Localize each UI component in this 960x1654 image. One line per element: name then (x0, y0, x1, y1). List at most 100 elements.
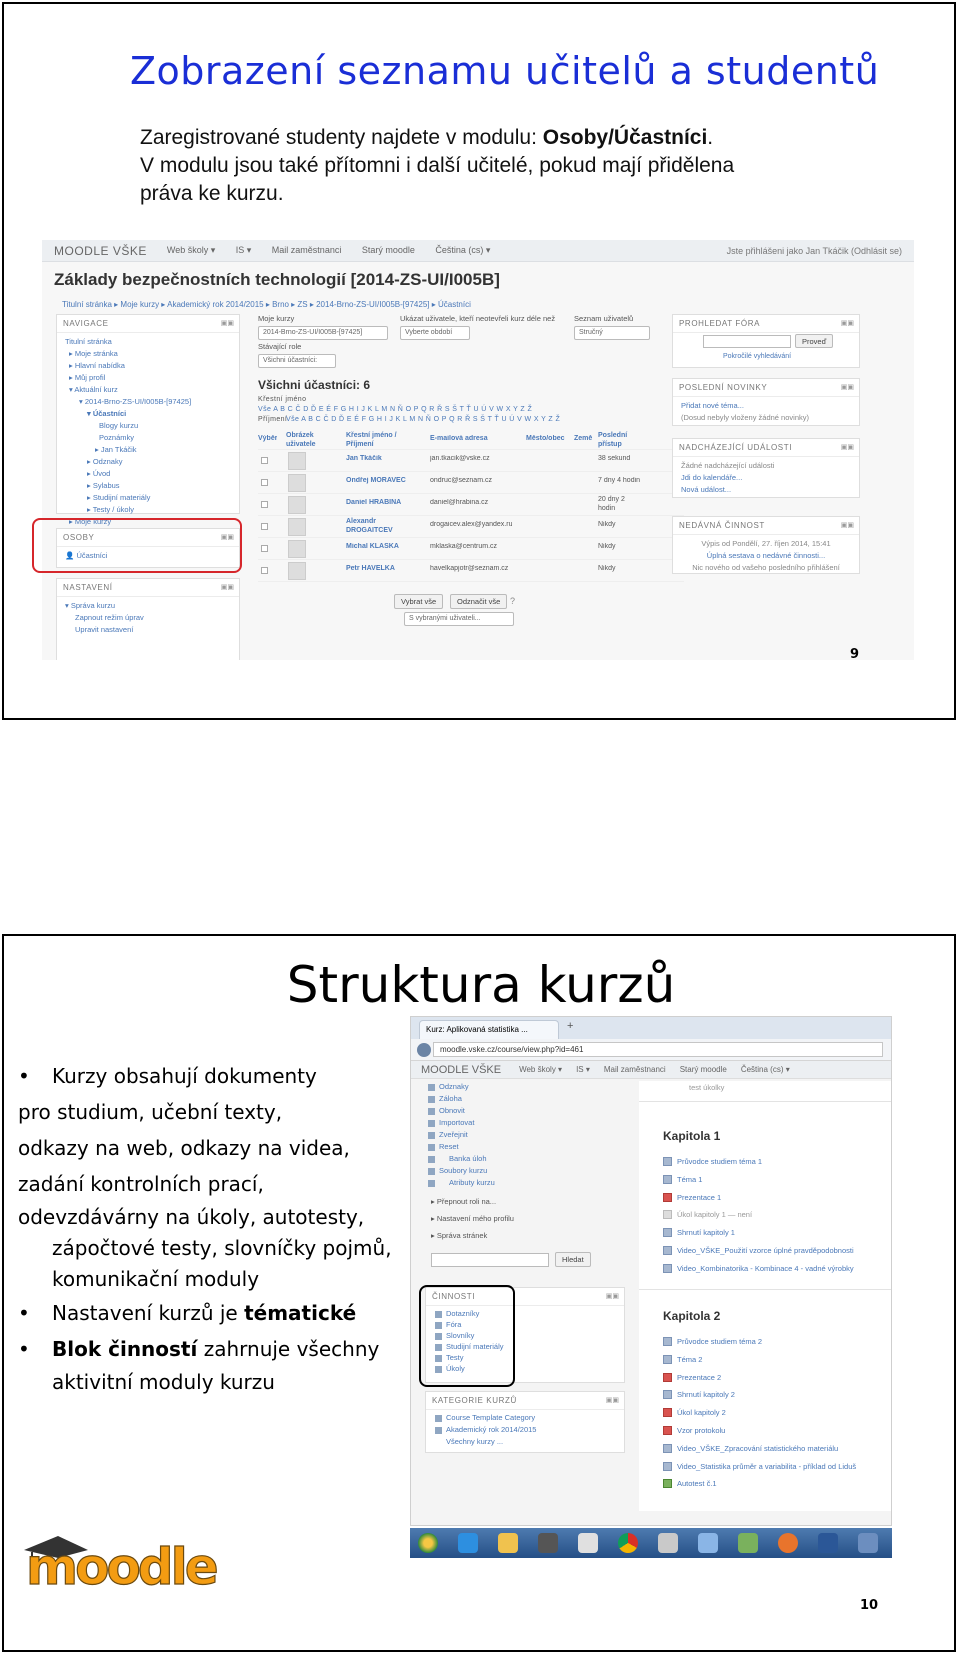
block-controls-icon[interactable]: ▣▣ (606, 1396, 619, 1404)
nav-item[interactable]: ▾ 2014-Brno-ZS-UI/I005B-[97425] (65, 396, 231, 408)
all-courses-link[interactable]: Všechny kurzy ... (446, 1436, 624, 1448)
admin-item[interactable]: Zveřejnit (428, 1129, 639, 1141)
participant-name[interactable]: Michal KLAŠKA (346, 543, 399, 550)
row-checkbox[interactable] (261, 457, 268, 464)
first-name-filter[interactable]: Vše A B C Č D Ď E É F G H I J K L M N Ň … (258, 406, 532, 413)
browser-tab[interactable]: Kurz: Aplikovaná statistika ... (419, 1020, 559, 1039)
chapter-item[interactable]: Prezentace 2 (663, 1369, 856, 1387)
chapter-item[interactable]: Průvodce studiem téma 2 (663, 1333, 856, 1351)
menu-item-language[interactable]: Čeština (cs) ▾ (741, 1065, 790, 1074)
admin-item[interactable]: Atributy kurzu (428, 1177, 639, 1189)
menu-item-old-moodle[interactable]: Starý moodle (680, 1065, 727, 1074)
category-item[interactable]: Akademický rok 2014/2015 (435, 1424, 624, 1436)
nav-item[interactable]: ▸ Odznaky (65, 456, 231, 468)
start-icon[interactable] (418, 1533, 438, 1553)
col-country[interactable]: Země (574, 435, 592, 442)
settings-item[interactable]: Zapnout režim úprav (65, 612, 231, 624)
block-controls-icon[interactable]: ▣▣ (841, 443, 854, 451)
user-list-select[interactable]: Stručný (574, 326, 650, 340)
participant-name[interactable]: Ondřej MORAVEC (346, 477, 406, 484)
app-icon[interactable] (658, 1533, 678, 1553)
back-icon[interactable] (417, 1043, 431, 1057)
admin-item[interactable]: Obnovit (428, 1105, 639, 1117)
chapter-item[interactable]: Shrnutí kapitoly 2 (663, 1386, 856, 1404)
help-icon[interactable]: ? (510, 596, 515, 606)
moodle-brand[interactable]: MOODLE VŠKE (54, 244, 147, 258)
chapter-item[interactable]: Video_VŠKE_Zpracování statistického mate… (663, 1440, 856, 1458)
row-checkbox[interactable] (261, 545, 268, 552)
word-icon[interactable] (818, 1533, 838, 1553)
nav-item[interactable]: ▾ Aktuální kurz (65, 384, 231, 396)
block-controls-icon[interactable]: ▣▣ (841, 521, 854, 529)
row-checkbox[interactable] (261, 567, 268, 574)
block-controls-icon[interactable]: ▣▣ (841, 383, 854, 391)
admin-item[interactable]: Reset (428, 1141, 639, 1153)
chapter-item[interactable]: Téma 1 (663, 1171, 854, 1189)
chapter-item[interactable]: Průvodce studiem téma 1 (663, 1153, 854, 1171)
app-icon[interactable] (858, 1533, 878, 1553)
row-checkbox[interactable] (261, 479, 268, 486)
row-checkbox[interactable] (261, 523, 268, 530)
with-selected-select[interactable]: S vybranými uživateli... (404, 612, 514, 626)
my-courses-select[interactable]: 2014-Brno-ZS-UI/I005B-[97425] (258, 326, 388, 340)
menu-item-language[interactable]: Čeština (cs) ▾ (435, 245, 490, 255)
full-activity-link[interactable]: Úplná sestava o nedávné činnosti... (681, 550, 851, 562)
new-event-link[interactable]: Nová událost... (681, 484, 851, 496)
search-button[interactable]: Hledat (555, 1252, 591, 1267)
menu-item-web[interactable]: Web školy ▾ (167, 245, 215, 255)
nav-item[interactable]: Blogy kurzu (65, 420, 231, 432)
nav-item[interactable]: Poznámky (65, 432, 231, 444)
col-city[interactable]: Město/obec (526, 435, 565, 442)
col-email[interactable]: E-mailová adresa (430, 435, 488, 442)
add-topic-link[interactable]: Přidat nové téma... (681, 400, 851, 412)
nav-item[interactable]: ▸ Moje stránka (65, 348, 231, 360)
nav-item[interactable]: ▸ Úvod (65, 468, 231, 480)
admin-item[interactable]: Banka úloh (428, 1153, 639, 1165)
chapter-item[interactable]: Vzor protokolu (663, 1422, 856, 1440)
participant-name[interactable]: Alexandr DROGAITCEV (346, 517, 406, 535)
participant-name[interactable]: Petr HAVELKA (346, 565, 395, 572)
menu-item-old-moodle[interactable]: Starý moodle (362, 245, 415, 255)
nav-item[interactable]: Titulní stránka (65, 336, 231, 348)
participant-name[interactable]: Daniel HRABINA (346, 499, 401, 506)
chapter-item[interactable]: Video_VŠKE_Použití vzorce úplné pravděpo… (663, 1242, 854, 1260)
nav-item[interactable]: ▸ Sylabus (65, 480, 231, 492)
new-tab-icon[interactable]: + (567, 1020, 573, 1032)
chrome-icon[interactable] (618, 1533, 638, 1553)
block-controls-icon[interactable]: ▣▣ (221, 319, 234, 327)
nav-item[interactable]: ▸ Testy / úkoly (65, 504, 231, 516)
ie-icon[interactable] (458, 1533, 478, 1553)
admin-item[interactable]: Soubory kurzu (428, 1165, 639, 1177)
calendar-link[interactable]: Jdi do kalendáře... (681, 472, 851, 484)
period-select[interactable]: Vyberte období (400, 326, 470, 340)
top-item[interactable]: test úkolky (689, 1083, 724, 1092)
menu-item-is[interactable]: IS ▾ (576, 1065, 590, 1074)
block-controls-icon[interactable]: ▣▣ (606, 1292, 619, 1300)
settings-item[interactable]: Upravit nastavení (65, 624, 231, 636)
col-picture[interactable]: Obrázek uživatele (286, 431, 344, 449)
block-controls-icon[interactable]: ▣▣ (221, 583, 234, 591)
chapter-item[interactable]: Prezentace 1 (663, 1189, 854, 1207)
col-name[interactable]: Křestní jméno / Příjmení (346, 431, 416, 449)
profile-settings-item[interactable]: ▸ Nastavení mého profilu (423, 1210, 639, 1227)
search-go-button[interactable]: Proveď (795, 334, 834, 348)
app-icon[interactable] (698, 1533, 718, 1553)
admin-item[interactable]: Odznaky (428, 1081, 639, 1093)
admin-item[interactable]: Záloha (428, 1093, 639, 1105)
nav-item[interactable]: ▸ Jan Tkáčik (65, 444, 231, 456)
menu-item-web[interactable]: Web školy ▾ (519, 1065, 562, 1074)
chapter-item[interactable]: Autotest č.1 (663, 1475, 856, 1493)
advanced-search-link[interactable]: Pokročilé vyhledávání (723, 353, 791, 360)
moodle-brand[interactable]: MOODLE VŠKE (421, 1064, 501, 1076)
col-select[interactable]: Výběr (258, 435, 277, 442)
chapter-item[interactable]: Téma 2 (663, 1351, 856, 1369)
last-name-filter[interactable]: Vše A B C Č D Ď E É F G H I J K L M N Ň … (286, 416, 560, 423)
chapter-item[interactable]: Video_Statistika průměr a variabilita - … (663, 1458, 856, 1476)
chapter-item[interactable]: Shrnutí kapitoly 1 (663, 1224, 854, 1242)
firefox-icon[interactable] (778, 1533, 798, 1553)
chapter-item[interactable]: Video_Kombinatorika - Kombinace 4 - vadn… (663, 1260, 854, 1278)
admin-item[interactable]: Importovat (428, 1117, 639, 1129)
participant-name[interactable]: Jan Tkáčik (346, 455, 382, 462)
course-search-input[interactable] (431, 1253, 549, 1267)
explorer-icon[interactable] (498, 1533, 518, 1553)
